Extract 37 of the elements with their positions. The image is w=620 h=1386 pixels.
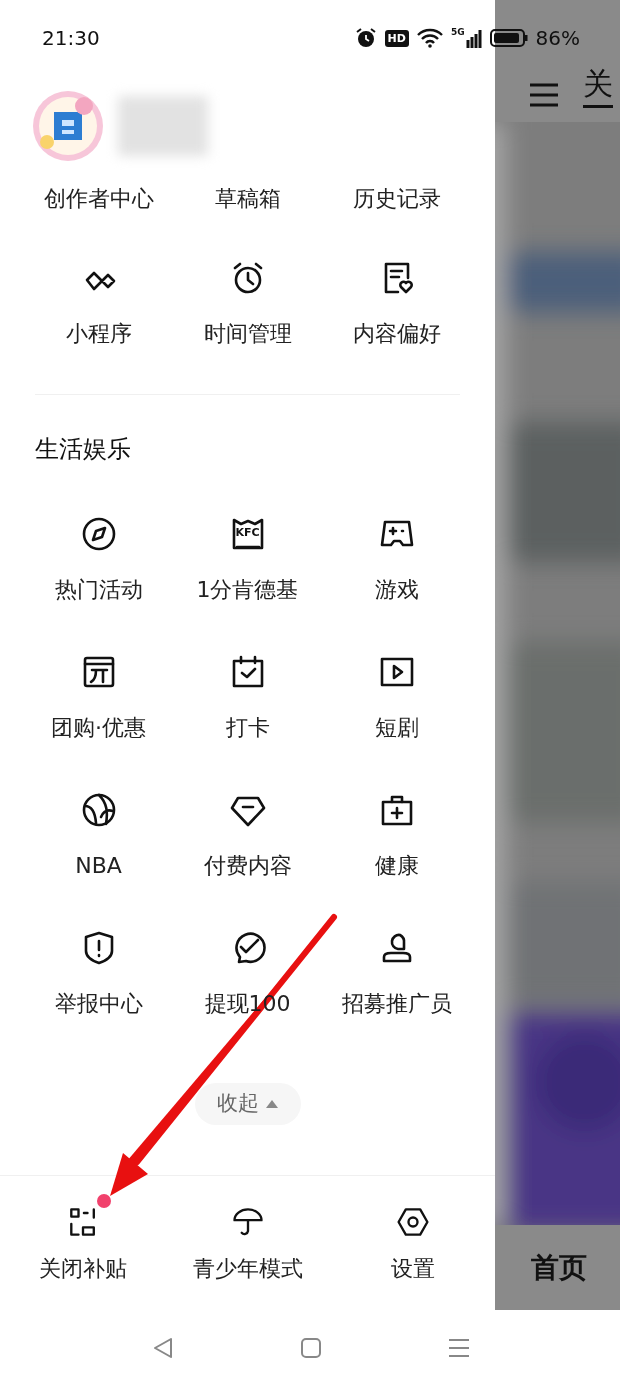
alarm-icon: [354, 27, 377, 49]
menu-item-label[interactable]: 小程序: [65, 318, 132, 350]
menu-item-label[interactable]: 举报中心: [54, 988, 143, 1020]
menu-item-label[interactable]: 时间管理: [203, 318, 292, 350]
network-type: 5G: [450, 28, 465, 37]
action-label[interactable]: 设置: [390, 1254, 435, 1284]
menu-item-label[interactable]: 短剧: [374, 712, 419, 744]
home-icon[interactable]: [300, 1337, 322, 1359]
header-text: 关: [583, 67, 613, 108]
back-icon[interactable]: [152, 1337, 174, 1359]
menu-item-label[interactable]: 游戏: [374, 574, 419, 606]
tab-label[interactable]: 首页: [531, 1246, 587, 1289]
menu-item-label[interactable]: 团购·优惠: [51, 712, 146, 744]
action-label[interactable]: 青少年模式: [192, 1254, 303, 1284]
menu-icon: [529, 82, 559, 108]
collapse-button[interactable]: 收起: [195, 1083, 301, 1125]
status-time: 21:30: [42, 25, 100, 52]
battery-icon: [489, 28, 528, 48]
icon-text: KFC: [234, 527, 261, 538]
signal-icon: [465, 28, 482, 48]
menu-item-label[interactable]: 招募推广员: [341, 988, 452, 1020]
menu-item-label[interactable]: NBA: [75, 850, 122, 882]
menu-item-label[interactable]: 付费内容: [203, 850, 292, 882]
section-title: 生活娱乐: [35, 434, 132, 465]
action-label[interactable]: 关闭补贴: [38, 1254, 127, 1284]
battery-level: 86%: [535, 25, 580, 52]
wifi-icon: [416, 28, 443, 48]
recents-icon[interactable]: [448, 1338, 470, 1358]
quick-link[interactable]: 历史记录: [322, 181, 471, 215]
menu-item-label[interactable]: 1分肯德基: [196, 574, 299, 606]
menu-item-label[interactable]: 健康: [374, 850, 419, 882]
menu-item-label[interactable]: 打卡: [225, 712, 270, 744]
menu-item-label[interactable]: 内容偏好: [352, 318, 441, 350]
quick-link[interactable]: 创作者中心: [24, 181, 173, 215]
caret-up-icon: [265, 1099, 279, 1109]
menu-item-label[interactable]: 热门活动: [54, 574, 143, 606]
quick-link[interactable]: 草稿箱: [173, 181, 322, 215]
